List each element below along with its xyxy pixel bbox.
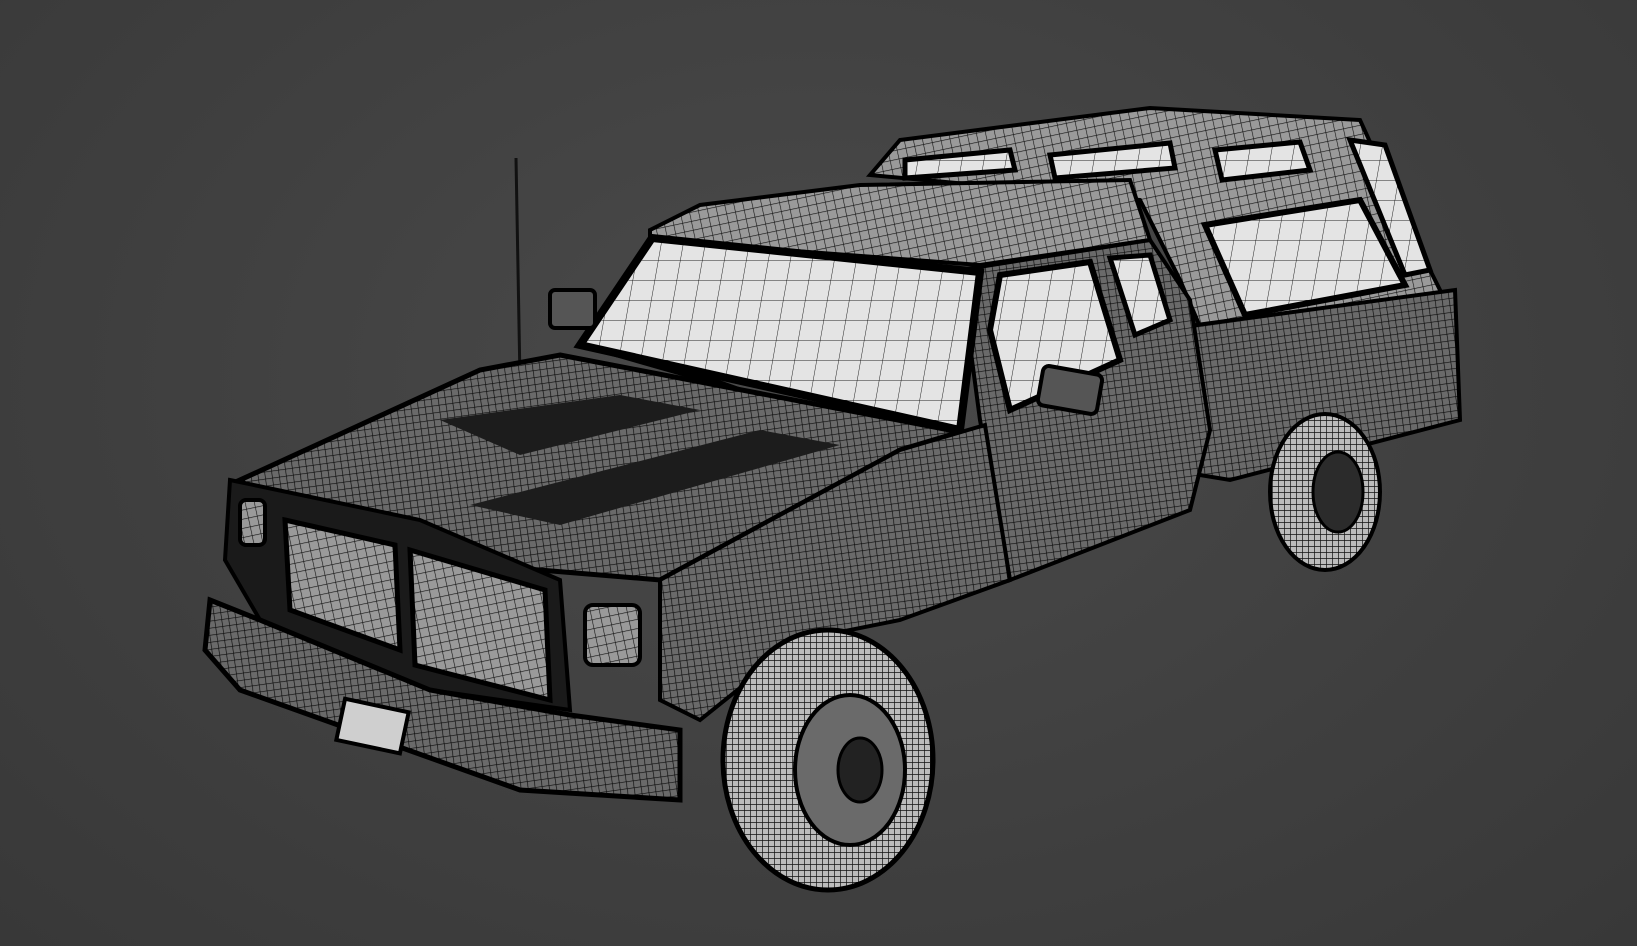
headlight: [238, 498, 267, 547]
antenna: [514, 157, 522, 381]
front-wheel-hub: [836, 736, 884, 804]
side-mirror-right: [1035, 364, 1105, 416]
rear-wheel-hub: [1311, 450, 1365, 534]
headlight: [583, 603, 642, 667]
side-mirror-left: [548, 288, 597, 330]
truck-wireframe-render: [202, 105, 1463, 893]
